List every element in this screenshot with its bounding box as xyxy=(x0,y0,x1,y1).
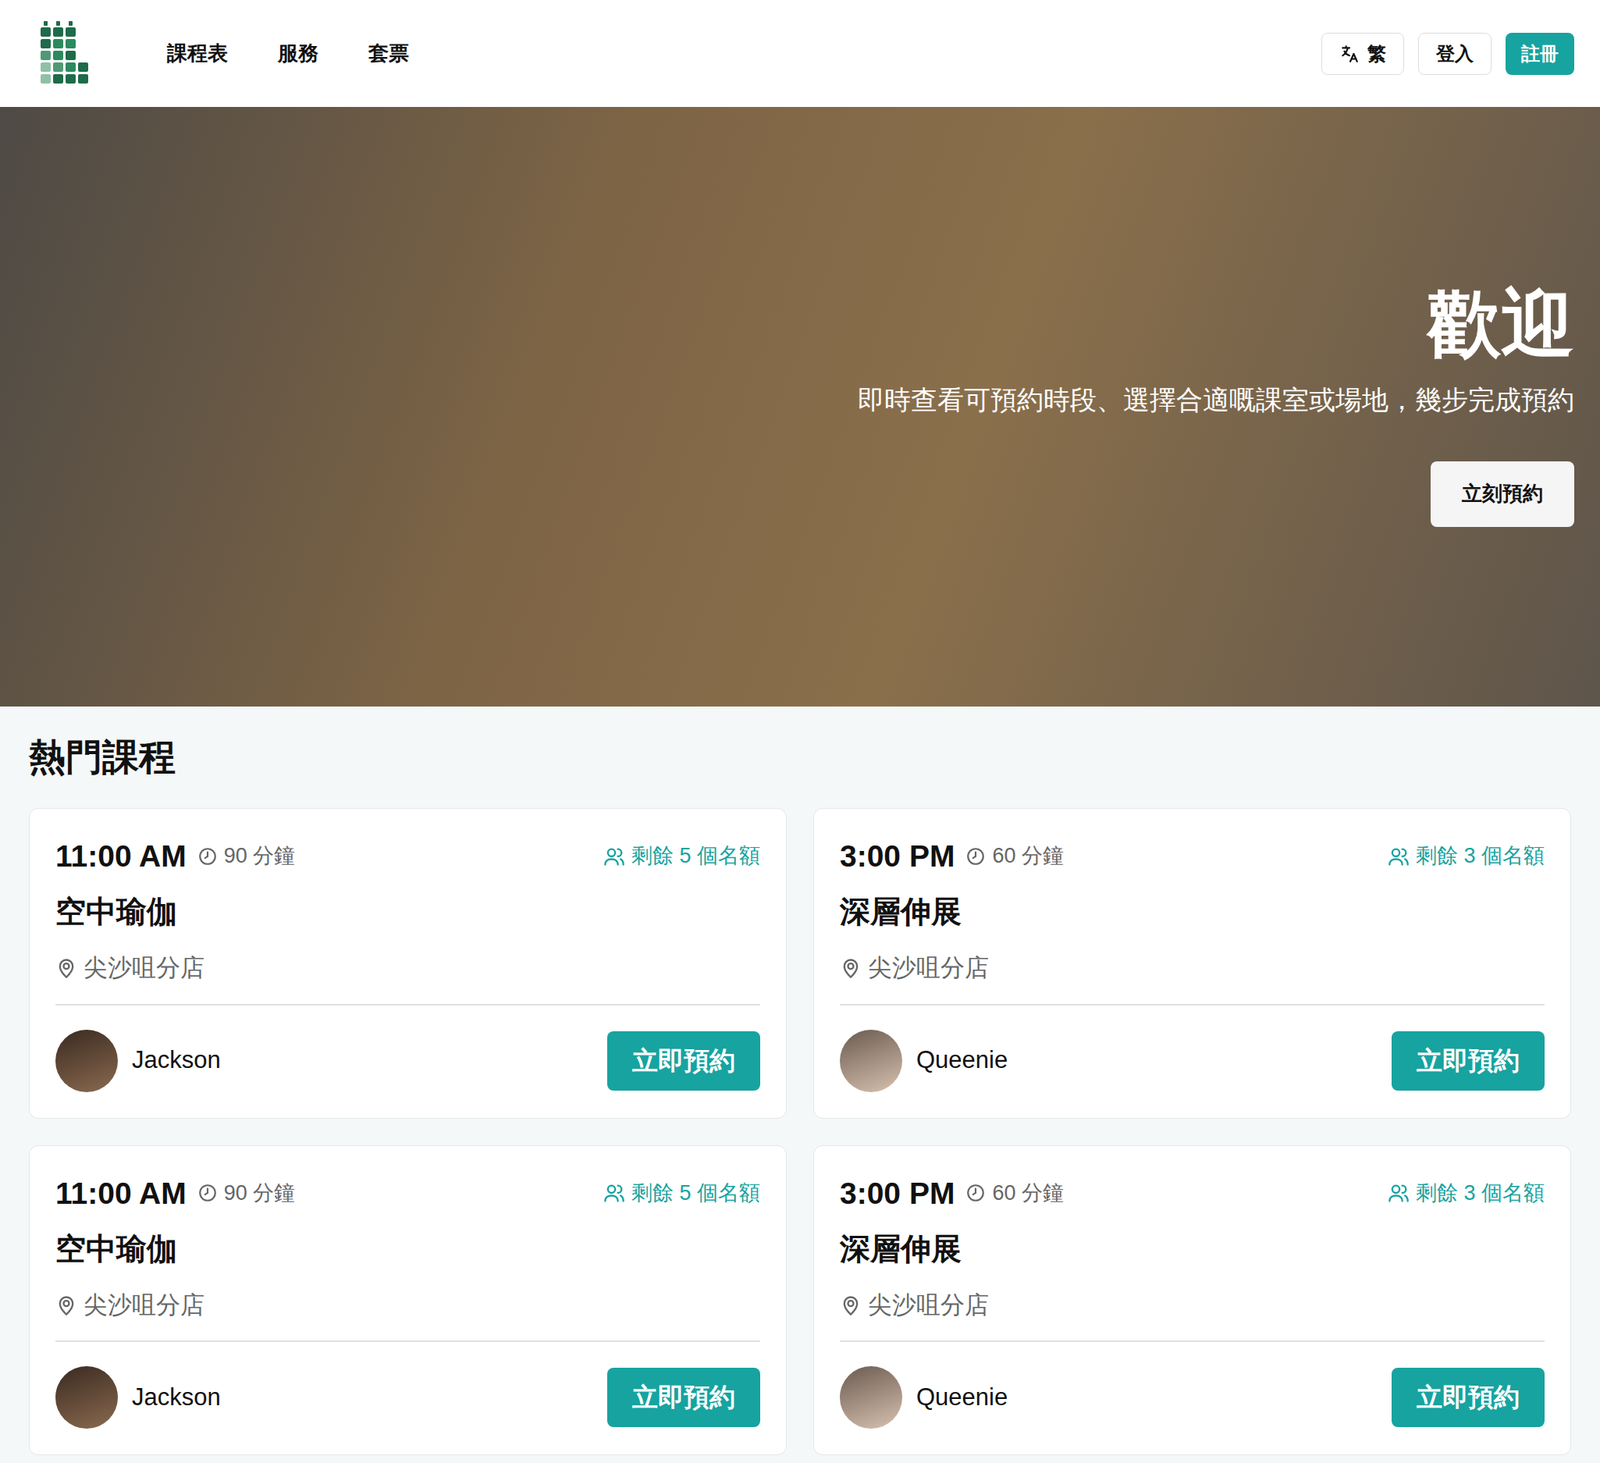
book-button[interactable]: 立即預約 xyxy=(607,1367,761,1427)
clock-icon xyxy=(965,846,986,867)
class-location: 尖沙咀分店 xyxy=(867,949,989,987)
instructor-avatar xyxy=(839,1029,903,1092)
class-card: 3:00 PM 60 分鐘 剩餘 3 個名額深層伸展尖沙咀分店 Queenie 立即預約 xyxy=(813,1144,1572,1456)
language-button[interactable]: 繁 xyxy=(1321,32,1405,75)
header: 課程表 服務 套票 繁登入註冊 xyxy=(0,0,1600,107)
class-time: 3:00 PM xyxy=(839,837,955,875)
class-card: 11:00 AM 90 分鐘 剩餘 5 個名額空中瑜伽尖沙咀分店 Jackson 立即預… xyxy=(28,1144,787,1456)
class-duration: 90 分鐘 xyxy=(224,839,296,872)
logo-icon[interactable] xyxy=(33,21,98,86)
instructor-avatar xyxy=(55,1029,118,1092)
users-icon xyxy=(1387,1181,1410,1204)
popular-classes: 熱門課程11:00 AM90 分鐘剩餘 5 個名額空中瑜伽尖沙咀分店Jackso… xyxy=(0,706,1600,1463)
instructor-avatar xyxy=(839,1365,903,1429)
instructor-name: Queenie xyxy=(916,1041,1008,1079)
hero-title: 歡迎 xyxy=(1427,287,1575,361)
class-location: 尖沙咀分店 xyxy=(867,1287,989,1324)
class-card: 11:00 AM 90 分鐘 剩餘 5 個名額空中瑜伽尖沙咀分店 Jackson 立即預… xyxy=(28,807,787,1119)
instructor-name: Jackson xyxy=(131,1041,221,1079)
class-name: 深層伸展 xyxy=(839,892,1545,930)
instructor-name: Jackson xyxy=(131,1379,221,1416)
nav-link[interactable]: 服務 xyxy=(277,38,319,69)
instructor-avatar xyxy=(55,1365,118,1429)
users-icon xyxy=(1387,845,1410,868)
location-icon xyxy=(55,956,78,979)
class-duration: 90 分鐘 xyxy=(224,1176,296,1209)
location-icon xyxy=(839,1294,862,1316)
class-duration: 60 分鐘 xyxy=(992,1176,1064,1209)
login-button[interactable]: 登入 xyxy=(1418,32,1492,75)
class-duration: 60 分鐘 xyxy=(992,839,1064,872)
class-time: 11:00 AM xyxy=(55,837,187,875)
clock-icon xyxy=(965,1182,986,1203)
class-remaining: 剩餘 5 個名額 xyxy=(631,839,761,872)
users-icon xyxy=(603,1181,626,1204)
register-button[interactable]: 註冊 xyxy=(1505,32,1575,75)
location-icon xyxy=(839,956,862,979)
instructor-name: Queenie xyxy=(916,1379,1008,1416)
section-title: 熱門課程 xyxy=(28,735,1572,779)
book-button[interactable]: 立即預約 xyxy=(1391,1031,1545,1091)
translate-icon xyxy=(1339,43,1360,64)
card-divider xyxy=(55,1340,761,1342)
hero-subtitle: 即時查看可預約時段、選擇合適嘅課室或場地，幾步完成預約 xyxy=(857,384,1575,416)
users-icon xyxy=(603,845,626,868)
class-location: 尖沙咀分店 xyxy=(83,1287,205,1324)
class-time: 3:00 PM xyxy=(839,1174,955,1212)
card-divider xyxy=(839,1003,1545,1006)
class-remaining: 剩餘 5 個名額 xyxy=(631,1176,761,1209)
location-icon xyxy=(55,1294,78,1316)
clock-icon xyxy=(197,1182,218,1203)
hero-book-button[interactable]: 立刻預約 xyxy=(1430,461,1575,527)
nav-link[interactable]: 課程表 xyxy=(167,38,228,69)
class-name: 深層伸展 xyxy=(839,1230,1545,1267)
class-name: 空中瑜伽 xyxy=(55,1230,761,1267)
book-button[interactable]: 立即預約 xyxy=(607,1031,761,1091)
hero: 歡迎即時查看可預約時段、選擇合適嘅課室或場地，幾步完成預約立刻預約 xyxy=(0,106,1600,707)
class-card: 3:00 PM 60 分鐘 剩餘 3 個名額深層伸展尖沙咀分店 Queenie 立即預約 xyxy=(813,807,1572,1119)
main-nav: 課程表 服務 套票 xyxy=(167,38,409,69)
nav-link[interactable]: 套票 xyxy=(368,38,409,69)
class-name: 空中瑜伽 xyxy=(55,892,761,930)
class-remaining: 剩餘 3 個名額 xyxy=(1415,1176,1545,1209)
card-divider xyxy=(839,1340,1545,1342)
clock-icon xyxy=(197,846,218,867)
class-location: 尖沙咀分店 xyxy=(83,949,205,987)
book-button[interactable]: 立即預約 xyxy=(1391,1367,1545,1427)
card-divider xyxy=(55,1003,761,1006)
class-remaining: 剩餘 3 個名額 xyxy=(1415,839,1545,872)
class-time: 11:00 AM xyxy=(55,1174,187,1212)
